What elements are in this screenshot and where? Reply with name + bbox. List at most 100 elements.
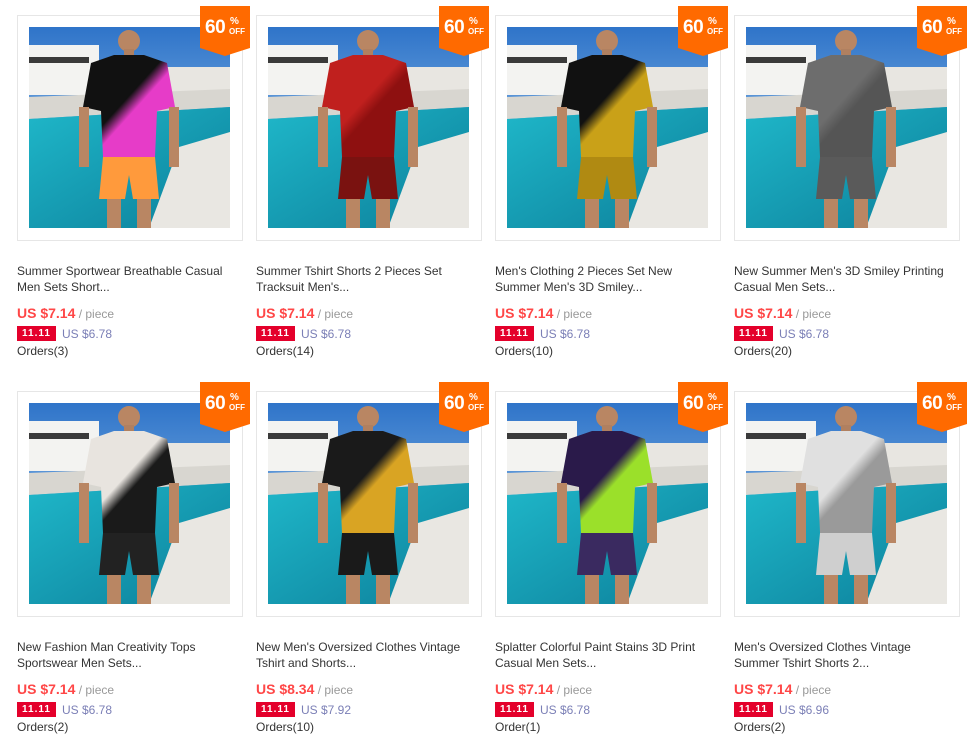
order-count: Order(1) [495,720,541,734]
product-title[interactable]: Men's Oversized Clothes Vintage Summer Ts… [734,639,960,671]
discount-badge: 60% OFF [439,6,489,56]
product-price: US $7.14 [495,305,554,321]
product-title[interactable]: New Fashion Man Creativity Tops Sportswea… [17,639,243,671]
product-image[interactable] [268,403,469,604]
order-count: Orders(10) [495,344,554,358]
product-image[interactable] [268,27,469,228]
price-row: US $7.14 / piece [734,681,831,697]
product-image[interactable] [746,27,947,228]
price-unit: / piece [795,683,832,697]
promo-row: 11.11 US $6.78 [256,325,352,342]
product-price: US $8.34 [256,681,315,697]
price-unit: / piece [556,307,593,321]
product-price: US $7.14 [17,305,76,321]
discount-percent: % [947,16,956,27]
order-count: Orders(14) [256,344,315,358]
product-title-line[interactable]: Summer Tshirt Shorts 2... [734,655,960,671]
product-image[interactable] [507,403,708,604]
product-thumbnail[interactable]: 60% OFF [734,6,967,241]
price-unit: / piece [556,683,593,697]
product-title-line[interactable]: Casual Men Sets... [495,655,721,671]
price-row: US $7.14 / piece [495,305,592,321]
product-title-line[interactable]: New Fashion Man Creativity Tops [17,639,243,655]
promo-row: 11.11 US $6.78 [17,701,112,718]
discount-off-label: OFF [229,403,245,412]
promo-row: 11.11 US $6.78 [734,325,829,342]
order-count: Orders(2) [17,720,69,734]
product-thumbnail[interactable]: 60% OFF [495,382,728,617]
product-grid: 60% OFF Summer Sportwear Breathable Casual… [0,0,974,738]
order-count: Orders(20) [734,344,793,358]
product-thumbnail[interactable]: 60% OFF [734,382,967,617]
product-title-line[interactable]: Splatter Colorful Paint Stains 3D Print [495,639,721,655]
product-title[interactable]: Summer Sportwear Breathable Casual Men Se… [17,263,243,295]
product-image[interactable] [507,27,708,228]
promo-tag: 11.11 [495,326,534,342]
price-unit: / piece [317,683,354,697]
discount-percent: % [469,392,478,403]
price-row: US $7.14 / piece [734,305,831,321]
discount-number: 60 [444,17,465,38]
promo-tag: 11.11 [495,702,534,718]
product-thumbnail[interactable]: 60% OFF [495,6,728,241]
promo-tag: 11.11 [734,702,773,718]
discount-number: 60 [683,393,704,414]
product-title-line[interactable]: Summer Tshirt Shorts 2 Pieces Set [256,263,482,279]
product-title[interactable]: Men's Clothing 2 Pieces Set New Summer Me… [495,263,721,295]
discount-number: 60 [205,393,226,414]
product-title-line[interactable]: Tracksuit Men's... [256,279,482,295]
product-title-line[interactable]: Men's Clothing 2 Pieces Set New [495,263,721,279]
discount-number: 60 [444,393,465,414]
product-title[interactable]: New Summer Men's 3D Smiley Printing Casua… [734,263,960,295]
price-row: US $8.34 / piece [256,681,353,697]
discount-percent: % [708,16,717,27]
discount-badge: 60% OFF [678,6,728,56]
product-title-line[interactable]: New Summer Men's 3D Smiley Printing [734,263,960,279]
product-title-line[interactable]: Summer Sportwear Breathable Casual [17,263,243,279]
product-thumbnail[interactable]: 60% OFF [256,382,489,617]
discount-badge: 60% OFF [439,382,489,432]
discount-number: 60 [205,17,226,38]
discount-badge: 60% OFF [917,6,967,56]
product-title-line[interactable]: Summer Men's 3D Smiley... [495,279,721,295]
price-row: US $7.14 / piece [17,305,114,321]
promo-row: 11.11 US $7.92 [256,701,351,718]
product-title-line[interactable]: Men Sets Short... [17,279,243,295]
product-thumbnail[interactable]: 60% OFF [17,6,250,241]
product-title-line[interactable]: Casual Men Sets... [734,279,960,295]
discount-percent: % [469,16,478,27]
discount-off-label: OFF [468,403,484,412]
discount-percent: % [708,392,717,403]
promo-row: 11.11 US $6.78 [495,701,591,718]
product-price: US $7.14 [17,681,76,697]
promo-price: US $6.78 [540,326,591,341]
promo-tag: 11.11 [256,326,295,342]
product-thumbnail[interactable]: 60% OFF [256,6,489,241]
discount-badge: 60% OFF [678,382,728,432]
product-image[interactable] [746,403,947,604]
discount-off-label: OFF [946,27,962,36]
product-title[interactable]: Splatter Colorful Paint Stains 3D Print C… [495,639,721,671]
product-title-line[interactable]: Men's Oversized Clothes Vintage [734,639,960,655]
product-title[interactable]: New Men's Oversized Clothes Vintage Tshir… [256,639,482,671]
product-thumbnail[interactable]: 60% OFF [17,382,250,617]
discount-percent: % [230,16,239,27]
price-row: US $7.14 / piece [17,681,114,697]
product-title-line[interactable]: Tshirt and Shorts... [256,655,482,671]
promo-tag: 11.11 [256,702,295,718]
product-title-line[interactable]: Sportswear Men Sets... [17,655,243,671]
promo-price: US $6.78 [301,326,352,341]
promo-tag: 11.11 [734,326,773,342]
product-image[interactable] [29,27,230,228]
discount-number: 60 [683,17,704,38]
product-title[interactable]: Summer Tshirt Shorts 2 Pieces Set Tracksu… [256,263,482,295]
promo-price: US $6.78 [540,702,591,717]
product-price: US $7.14 [734,305,793,321]
product-image[interactable] [29,403,230,604]
product-title-line[interactable]: New Men's Oversized Clothes Vintage [256,639,482,655]
discount-percent: % [947,392,956,403]
promo-row: 11.11 US $6.96 [734,701,829,718]
price-unit: / piece [78,683,115,697]
discount-number: 60 [922,393,943,414]
promo-row: 11.11 US $6.78 [495,325,591,342]
